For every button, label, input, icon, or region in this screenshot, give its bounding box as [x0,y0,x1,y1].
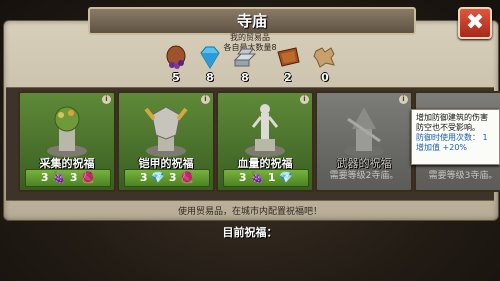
blessing-requirement: 需要等级3寺庙。 [428,171,498,181]
statue-health-icon [245,104,285,157]
resource-count: 2 [284,71,292,84]
info-icon[interactable]: i [102,95,111,104]
resource-count: 8 [241,71,249,84]
tooltip-value: +20% [442,143,468,152]
tooltip-line: 增加防御建筑的伤害 [416,113,488,122]
grape-sack-icon [166,45,186,69]
info-icon[interactable]: i [201,95,210,104]
statue-gathering-icon [47,106,87,157]
statue-weapon-icon [344,107,384,157]
current-blessing-label: 目前祝福： [222,226,278,239]
statue-armor-icon [144,106,188,157]
resource-count: 5 [172,71,180,84]
resource-diamond: 8 [197,44,223,84]
blessing-card-weapon[interactable]: i 武器的祝福 需要等级2寺庙。 [315,91,413,192]
diamond-icon [200,46,220,69]
tooltip-value: 1 [482,133,488,142]
resource-grape-sack: 5 [163,44,189,84]
blessing-card-health[interactable]: i 血量的祝福 3 🍇 1 💎 [216,91,314,192]
info-icon[interactable]: i [300,95,309,104]
resource-wool: 0 [312,44,338,84]
leather-icon [277,47,300,67]
tooltip-label: 防御时使用次数： [416,133,480,142]
resource-iron: 8 [232,44,258,84]
blessing-cost: 3 💎 3 🧶 [124,169,210,187]
blessing-card-gathering[interactable]: i 采集的祝福 3 🍇 3 🧶 [18,91,116,192]
hint-text: 使用贸易品，在城市内配置祝福吧！ [177,207,322,217]
goods-title: 我的贸易品 [230,33,270,42]
blessing-card-armor[interactable]: i 铠甲的祝福 3 💎 3 🧶 [117,91,215,192]
resource-count: 0 [321,71,329,84]
blessing-tooltip: 增加防御建筑的伤害 防空也不受影响。 防御时使用次数： 1 增加值 +20% [411,109,500,165]
tooltip-line: 防空也不受影响。 [416,123,480,132]
blessing-requirement: 需要等级2寺庙。 [329,171,399,181]
wool-icon [313,47,335,68]
blessing-cost: 3 🍇 3 🧶 [25,169,111,187]
window-title: 寺庙 [88,7,416,35]
resource-count: 8 [206,71,214,84]
info-icon[interactable]: i [399,95,408,104]
tooltip-label: 增加值 [416,143,440,152]
iron-ingot-icon [233,48,257,67]
blessing-cost: 3 🍇 1 💎 [223,169,309,187]
close-icon: ✖ [465,10,485,35]
close-button[interactable]: ✖ [458,7,492,39]
resource-leather: 2 [275,44,301,84]
